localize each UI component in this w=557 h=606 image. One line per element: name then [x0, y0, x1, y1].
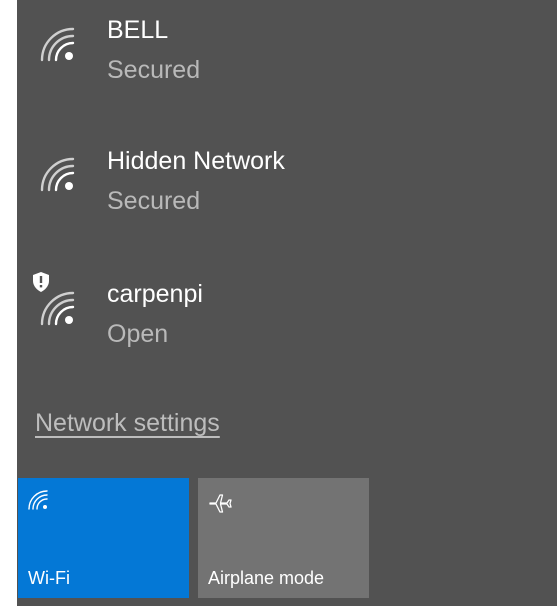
airplane-icon	[209, 494, 232, 513]
network-name: carpenpi	[107, 280, 203, 308]
network-item-bell[interactable]: BELL Secured	[17, 0, 557, 110]
wifi-signal-icon	[40, 27, 75, 62]
wifi-signal-icon	[40, 157, 75, 192]
network-status: Secured	[107, 56, 201, 84]
airplane-tile-label: Airplane mode	[208, 568, 325, 588]
wifi-signal-icon	[40, 291, 75, 326]
network-name: Hidden Network	[107, 147, 285, 175]
network-item-carpenpi[interactable]: carpenpi Open	[17, 262, 557, 372]
security-warning-icon	[33, 272, 49, 292]
wifi-tile-label: Wi-Fi	[28, 568, 70, 588]
airplane-mode-toggle-tile[interactable]: Airplane mode	[198, 478, 369, 598]
wifi-icon	[28, 490, 48, 510]
network-name: BELL	[107, 16, 169, 44]
wifi-toggle-tile[interactable]: Wi-Fi	[18, 478, 189, 598]
network-status: Open	[107, 320, 169, 348]
network-flyout: BELL Secured Hidden Network Secured carp…	[17, 0, 557, 606]
network-settings-link[interactable]: Network settings	[35, 409, 220, 438]
network-item-hidden-network[interactable]: Hidden Network Secured	[17, 130, 557, 240]
network-status: Secured	[107, 187, 201, 215]
